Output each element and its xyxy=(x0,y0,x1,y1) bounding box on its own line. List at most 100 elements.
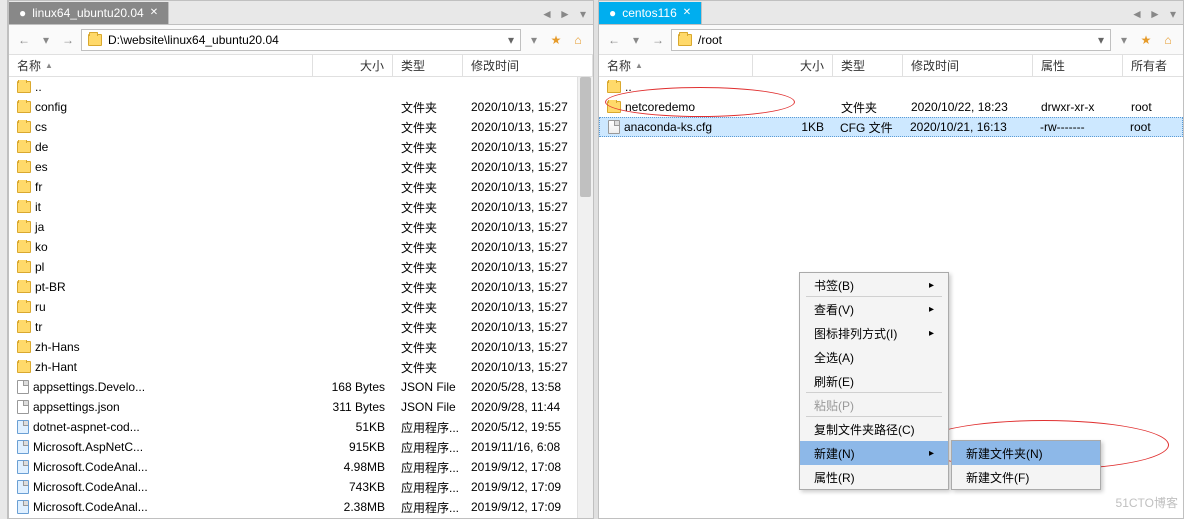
col-type[interactable]: 类型 xyxy=(393,55,463,76)
tab-centos116[interactable]: ● centos116 ✕ xyxy=(599,2,702,24)
menu-copy-path[interactable]: 复制文件夹路径(C) xyxy=(800,417,948,441)
table-row[interactable]: pl文件夹2020/10/13, 15:27 xyxy=(9,257,593,277)
table-row[interactable]: zh-Hant文件夹2020/10/13, 15:27 xyxy=(9,357,593,377)
tab-dropdown-button[interactable]: ▾ xyxy=(1165,5,1181,21)
table-row[interactable]: Microsoft.CodeAnal...743KB应用程序...2019/9/… xyxy=(9,477,593,497)
cell-name: ja xyxy=(9,220,313,234)
table-row[interactable]: anaconda-ks.cfg1KBCFG 文件2020/10/21, 16:1… xyxy=(599,117,1183,137)
menu-icon-arrange[interactable]: 图标排列方式(I)▸ xyxy=(800,321,948,345)
submenu-new-file[interactable]: 新建文件(F) xyxy=(952,465,1100,489)
chevron-right-icon: ▸ xyxy=(929,304,934,315)
menu-select-all[interactable]: 全选(A) xyxy=(800,345,948,369)
cell-date: 2020/10/22, 18:23 xyxy=(903,100,1033,114)
cell-date: 2020/10/13, 15:27 xyxy=(463,280,593,294)
col-name[interactable]: 名称▲ xyxy=(599,55,753,76)
table-row[interactable]: ru文件夹2020/10/13, 15:27 xyxy=(9,297,593,317)
tab-prev-button[interactable]: ◄ xyxy=(1129,5,1145,21)
table-row[interactable]: tr文件夹2020/10/13, 15:27 xyxy=(9,317,593,337)
table-row[interactable]: cs文件夹2020/10/13, 15:27 xyxy=(9,117,593,137)
file-name: es xyxy=(35,160,48,174)
nav-dropdown-button[interactable]: ▾ xyxy=(37,31,55,49)
close-icon[interactable]: ✕ xyxy=(683,7,691,18)
table-row[interactable]: de文件夹2020/10/13, 15:27 xyxy=(9,137,593,157)
submenu-new-folder[interactable]: 新建文件夹(N) xyxy=(952,441,1100,465)
right-file-list[interactable]: ..netcoredemo文件夹2020/10/22, 18:23drwxr-x… xyxy=(599,77,1183,518)
col-date[interactable]: 修改时间 xyxy=(463,55,593,76)
cell-size: 4.98MB xyxy=(313,460,393,474)
parent-folder-row[interactable]: .. xyxy=(9,77,593,97)
col-owner[interactable]: 所有者 xyxy=(1123,55,1183,76)
table-row[interactable]: fr文件夹2020/10/13, 15:27 xyxy=(9,177,593,197)
cell-date: 2019/9/12, 17:09 xyxy=(463,500,593,514)
menu-view[interactable]: 查看(V)▸ xyxy=(800,297,948,321)
col-size[interactable]: 大小 xyxy=(753,55,833,76)
table-row[interactable]: Microsoft.CodeAnal...4.98MB应用程序...2019/9… xyxy=(9,457,593,477)
table-row[interactable]: pt-BR文件夹2020/10/13, 15:27 xyxy=(9,277,593,297)
tab-linux64[interactable]: ● linux64_ubuntu20.04 ✕ xyxy=(9,2,169,24)
scrollbar-vertical[interactable] xyxy=(577,77,593,518)
table-row[interactable]: Microsoft.AspNetC...915KB应用程序...2019/11/… xyxy=(9,437,593,457)
tab-next-button[interactable]: ► xyxy=(1147,5,1163,21)
nav-back-button[interactable]: ← xyxy=(15,31,33,49)
left-file-list[interactable]: ..config文件夹2020/10/13, 15:27cs文件夹2020/10… xyxy=(9,77,593,518)
parent-folder-row[interactable]: .. xyxy=(599,77,1183,97)
menu-refresh[interactable]: 刷新(E) xyxy=(800,369,948,393)
cell-date: 2020/10/21, 16:13 xyxy=(902,120,1032,134)
col-type[interactable]: 类型 xyxy=(833,55,903,76)
cell-attr: drwxr-xr-x xyxy=(1033,100,1123,114)
context-menu[interactable]: 书签(B)▸ 查看(V)▸ 图标排列方式(I)▸ 全选(A) 刷新(E) 粘贴(… xyxy=(799,272,949,490)
cell-type: CFG 文件 xyxy=(832,119,902,136)
cell-type: 文件夹 xyxy=(393,359,463,376)
table-row[interactable]: zh-Hans文件夹2020/10/13, 15:27 xyxy=(9,337,593,357)
home-icon[interactable]: ⌂ xyxy=(569,31,587,49)
cell-size: 168 Bytes xyxy=(313,380,393,394)
table-row[interactable]: ja文件夹2020/10/13, 15:27 xyxy=(9,217,593,237)
cell-size: 743KB xyxy=(313,480,393,494)
scrollbar-thumb[interactable] xyxy=(580,77,591,197)
file-name: it xyxy=(35,200,41,214)
table-row[interactable]: netcoredemo文件夹2020/10/22, 18:23drwxr-xr-… xyxy=(599,97,1183,117)
tab-dropdown-button[interactable]: ▾ xyxy=(575,5,591,21)
path-history-button[interactable]: ▾ xyxy=(1115,31,1133,49)
table-row[interactable]: es文件夹2020/10/13, 15:27 xyxy=(9,157,593,177)
bookmark-icon[interactable]: ★ xyxy=(547,31,565,49)
path-input[interactable]: D:\website\linux64_ubuntu20.04 ▾ xyxy=(81,29,521,51)
left-columns-header: 名称▲ 大小 类型 修改时间 xyxy=(9,55,593,77)
menu-properties[interactable]: 属性(R) xyxy=(800,465,948,489)
menu-new[interactable]: 新建(N)▸ xyxy=(800,441,948,465)
nav-dropdown-button[interactable]: ▾ xyxy=(627,31,645,49)
home-icon[interactable]: ⌂ xyxy=(1159,31,1177,49)
bookmark-icon[interactable]: ★ xyxy=(1137,31,1155,49)
tab-prev-button[interactable]: ◄ xyxy=(539,5,555,21)
context-submenu-new[interactable]: 新建文件夹(N) 新建文件(F) xyxy=(951,440,1101,490)
folder-icon xyxy=(17,101,31,113)
file-name: zh-Hans xyxy=(35,340,80,354)
menu-bookmarks[interactable]: 书签(B)▸ xyxy=(800,273,948,297)
cell-name: pt-BR xyxy=(9,280,313,294)
path-input[interactable]: /root ▾ xyxy=(671,29,1111,51)
table-row[interactable]: Microsoft.CodeAnal...2.38MB应用程序...2019/9… xyxy=(9,497,593,517)
cell-date: 2020/10/13, 15:27 xyxy=(463,140,593,154)
table-row[interactable]: config文件夹2020/10/13, 15:27 xyxy=(9,97,593,117)
cell-type: 应用程序... xyxy=(393,439,463,456)
path-history-button[interactable]: ▾ xyxy=(525,31,543,49)
nav-forward-button[interactable]: → xyxy=(649,31,667,49)
cell-owner: root xyxy=(1122,120,1182,134)
col-name[interactable]: 名称▲ xyxy=(9,55,313,76)
cell-size: 1KB xyxy=(752,120,832,134)
nav-forward-button[interactable]: → xyxy=(59,31,77,49)
col-size[interactable]: 大小 xyxy=(313,55,393,76)
nav-back-button[interactable]: ← xyxy=(605,31,623,49)
chevron-down-icon[interactable]: ▾ xyxy=(1092,33,1104,47)
col-attr[interactable]: 属性 xyxy=(1033,55,1123,76)
table-row[interactable]: it文件夹2020/10/13, 15:27 xyxy=(9,197,593,217)
col-date[interactable]: 修改时间 xyxy=(903,55,1033,76)
table-row[interactable]: dotnet-aspnet-cod...51KB应用程序...2020/5/12… xyxy=(9,417,593,437)
chevron-down-icon[interactable]: ▾ xyxy=(502,33,514,47)
cell-date: 2020/10/13, 15:27 xyxy=(463,200,593,214)
table-row[interactable]: ko文件夹2020/10/13, 15:27 xyxy=(9,237,593,257)
close-icon[interactable]: ✕ xyxy=(150,7,158,18)
tab-next-button[interactable]: ► xyxy=(557,5,573,21)
table-row[interactable]: appsettings.json311 BytesJSON File2020/9… xyxy=(9,397,593,417)
table-row[interactable]: appsettings.Develo...168 BytesJSON File2… xyxy=(9,377,593,397)
